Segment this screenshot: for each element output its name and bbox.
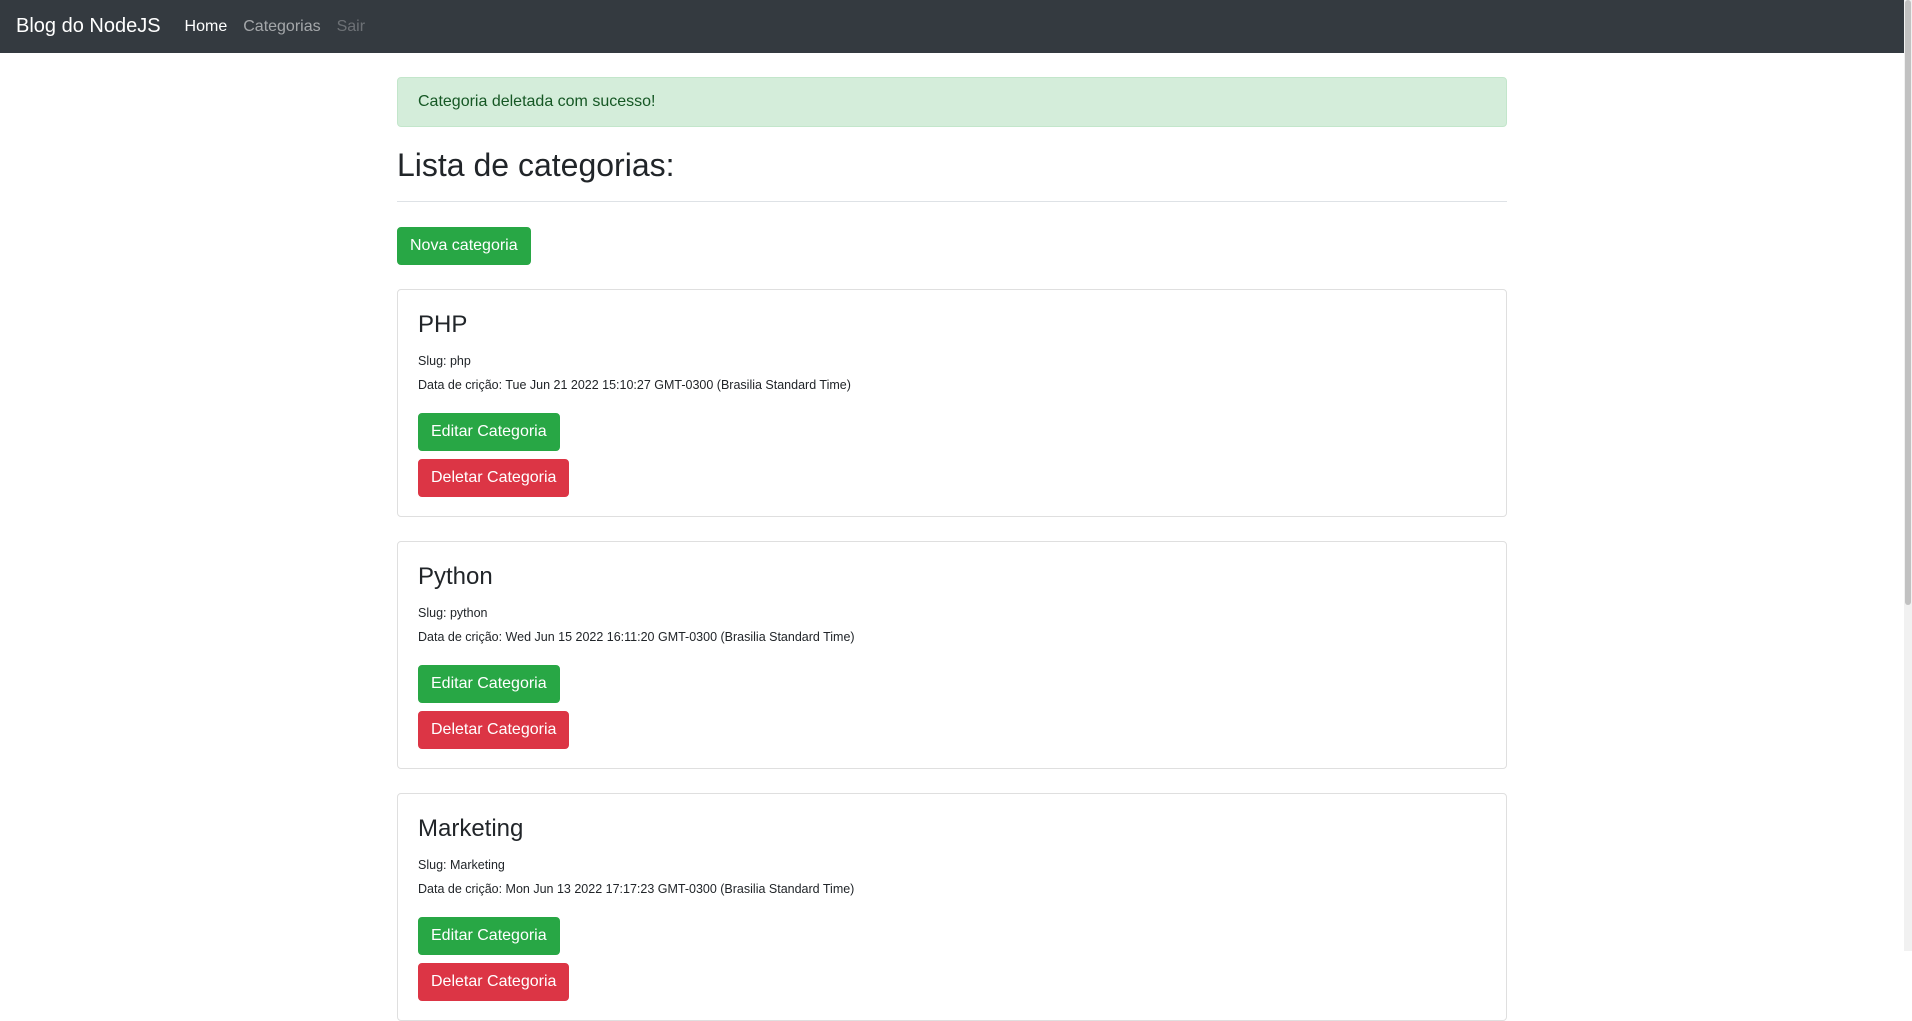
brand-link[interactable]: Blog do NodeJS [16, 15, 161, 38]
main-container: Categoria deletada com sucesso! Lista de… [397, 77, 1507, 1021]
category-created-date: Data de crição: Wed Jun 15 2022 16:11:20… [418, 630, 855, 644]
category-actions: Editar Categoria Deletar Categoria [418, 917, 1486, 1001]
alert-message: Categoria deletada com sucesso! [418, 93, 656, 110]
category-card: Marketing Slug: Marketing Data de crição… [397, 793, 1507, 1021]
page-title: Lista de categorias: [397, 147, 675, 183]
success-alert: Categoria deletada com sucesso! [397, 77, 1507, 127]
category-card: Python Slug: python Data de crição: Wed … [397, 541, 1507, 769]
delete-category-button[interactable]: Deletar Categoria [418, 963, 570, 1001]
category-actions: Editar Categoria Deletar Categoria [418, 665, 1486, 749]
nav-link-home[interactable]: Home [185, 18, 228, 36]
nav-link-sair[interactable]: Sair [337, 18, 365, 36]
category-created-date: Data de crição: Mon Jun 13 2022 17:17:23… [418, 882, 855, 896]
nav-link-categorias[interactable]: Categorias [243, 18, 320, 36]
title-divider [397, 201, 1507, 202]
scrollbar-thumb[interactable] [1905, 0, 1911, 605]
top-navbar: Blog do NodeJS Home Categorias Sair [0, 0, 1904, 53]
category-title: Python [418, 563, 493, 590]
category-slug: Slug: python [418, 606, 488, 620]
category-slug: Slug: Marketing [418, 858, 505, 872]
category-title: PHP [418, 311, 468, 338]
edit-category-button[interactable]: Editar Categoria [418, 917, 560, 955]
category-list: PHP Slug: php Data de crição: Tue Jun 21… [397, 289, 1507, 1021]
category-slug: Slug: php [418, 354, 471, 368]
page-scrollbar[interactable] [1904, 0, 1912, 951]
edit-category-button[interactable]: Editar Categoria [418, 413, 560, 451]
category-actions: Editar Categoria Deletar Categoria [418, 413, 1486, 497]
edit-category-button[interactable]: Editar Categoria [418, 665, 560, 703]
category-title: Marketing [418, 815, 524, 842]
category-card: PHP Slug: php Data de crição: Tue Jun 21… [397, 289, 1507, 517]
delete-category-button[interactable]: Deletar Categoria [418, 711, 570, 749]
new-category-button[interactable]: Nova categoria [397, 227, 531, 265]
category-created-date: Data de crição: Tue Jun 21 2022 15:10:27… [418, 378, 851, 392]
delete-category-button[interactable]: Deletar Categoria [418, 459, 570, 497]
